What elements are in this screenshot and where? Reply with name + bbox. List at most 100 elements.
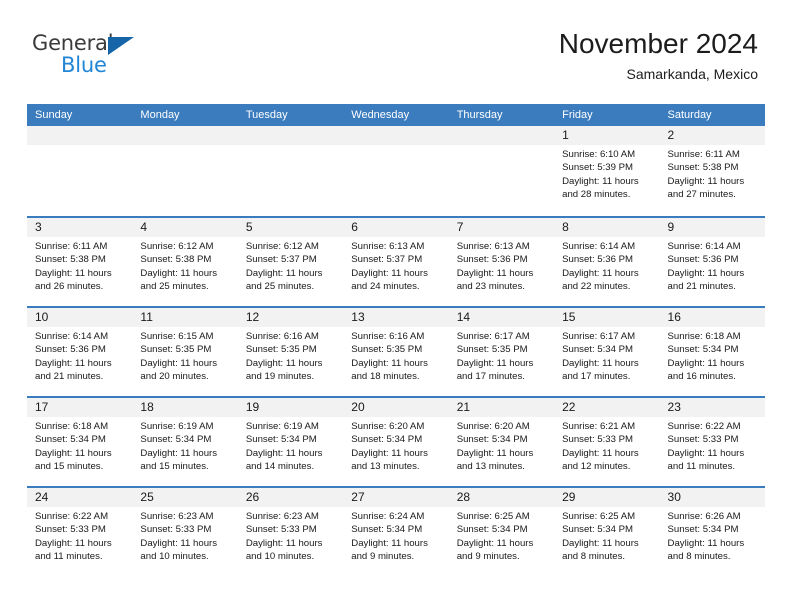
daylight-text-line1: Daylight: 11 hours — [562, 357, 639, 369]
day-number: 28 — [456, 490, 471, 504]
sunset-text: Sunset: 5:34 PM — [456, 524, 528, 536]
week-row: 3 Sunrise: 6:11 AM Sunset: 5:38 PM Dayli… — [27, 216, 765, 306]
sunrise-text: Sunrise: 6:24 AM — [351, 511, 425, 522]
day-cell[interactable]: 2 Sunrise: 6:11 AM Sunset: 5:38 PM Dayli… — [659, 126, 765, 216]
day-cell[interactable]: 11 Sunrise: 6:15 AM Sunset: 5:35 PM Dayl… — [132, 308, 238, 396]
day-cell[interactable] — [237, 126, 344, 216]
day-cell[interactable]: 26 Sunrise: 6:23 AM Sunset: 5:33 PM Dayl… — [237, 488, 344, 576]
weekday-header-friday: Friday — [562, 109, 593, 121]
day-info: Sunrise: 6:10 AM Sunset: 5:39 PM Dayligh… — [554, 145, 659, 201]
daylight-text-line1: Daylight: 11 hours — [456, 537, 534, 549]
day-number: 2 — [667, 128, 675, 142]
day-cell[interactable]: 12 Sunrise: 6:16 AM Sunset: 5:35 PM Dayl… — [237, 308, 344, 396]
sunset-text: Sunset: 5:39 PM — [562, 162, 634, 174]
sunrise-text: Sunrise: 6:14 AM — [562, 241, 636, 252]
sunset-text: Sunset: 5:38 PM — [35, 254, 106, 266]
daylight-text-line1: Daylight: 11 hours — [245, 267, 323, 279]
day-cell[interactable]: 30 Sunrise: 6:26 AM Sunset: 5:34 PM Dayl… — [659, 488, 765, 576]
sunrise-text: Sunrise: 6:23 AM — [140, 511, 214, 522]
day-cell[interactable]: 20 Sunrise: 6:20 AM Sunset: 5:34 PM Dayl… — [343, 398, 449, 486]
day-cell[interactable]: 1 Sunrise: 6:10 AM Sunset: 5:39 PM Dayli… — [554, 126, 660, 216]
sunset-text: Sunset: 5:34 PM — [35, 434, 106, 446]
day-cell[interactable]: 3 Sunrise: 6:11 AM Sunset: 5:38 PM Dayli… — [27, 218, 133, 306]
day-cell[interactable]: 8 Sunrise: 6:14 AM Sunset: 5:36 PM Dayli… — [554, 218, 660, 306]
sunrise-text: Sunrise: 6:11 AM — [35, 241, 108, 252]
day-info: Sunrise: 6:17 AM Sunset: 5:34 PM Dayligh… — [554, 327, 659, 383]
sunset-text: Sunset: 5:36 PM — [667, 254, 739, 266]
day-cell[interactable]: 10 Sunrise: 6:14 AM Sunset: 5:36 PM Dayl… — [27, 308, 133, 396]
daylight-text-line2: and 16 minutes. — [667, 370, 736, 382]
day-cell[interactable]: 15 Sunrise: 6:17 AM Sunset: 5:34 PM Dayl… — [554, 308, 660, 396]
day-info: Sunrise: 6:14 AM Sunset: 5:36 PM Dayligh… — [554, 237, 659, 293]
sunset-text: Sunset: 5:34 PM — [245, 434, 317, 446]
sunrise-text: Sunrise: 6:17 AM — [456, 331, 530, 342]
day-info: Sunrise: 6:19 AM Sunset: 5:34 PM Dayligh… — [238, 417, 343, 473]
daylight-text-line1: Daylight: 11 hours — [562, 537, 639, 549]
day-cell[interactable]: 18 Sunrise: 6:19 AM Sunset: 5:34 PM Dayl… — [132, 398, 238, 486]
day-info: Sunrise: 6:11 AM Sunset: 5:38 PM Dayligh… — [27, 237, 132, 293]
daylight-text-line2: and 26 minutes. — [35, 280, 104, 292]
day-info: Sunrise: 6:13 AM Sunset: 5:36 PM Dayligh… — [449, 237, 554, 293]
weekday-header-tuesday: Tuesday — [245, 109, 288, 121]
day-cell[interactable]: 13 Sunrise: 6:16 AM Sunset: 5:35 PM Dayl… — [343, 308, 449, 396]
day-cell[interactable]: 9 Sunrise: 6:14 AM Sunset: 5:36 PM Dayli… — [659, 218, 765, 306]
day-info: Sunrise: 6:16 AM Sunset: 5:35 PM Dayligh… — [343, 327, 448, 383]
day-info: Sunrise: 6:23 AM Sunset: 5:33 PM Dayligh… — [238, 507, 343, 563]
day-number: 1 — [562, 128, 569, 142]
day-number: 30 — [667, 490, 681, 504]
general-blue-logo[interactable]: General Blue — [32, 33, 162, 85]
day-cell[interactable]: 22 Sunrise: 6:21 AM Sunset: 5:33 PM Dayl… — [554, 398, 660, 486]
week-row: 17 Sunrise: 6:18 AM Sunset: 5:34 PM Dayl… — [27, 396, 765, 486]
day-cell[interactable]: 6 Sunrise: 6:13 AM Sunset: 5:37 PM Dayli… — [343, 218, 449, 306]
day-cell[interactable]: 4 Sunrise: 6:12 AM Sunset: 5:38 PM Dayli… — [132, 218, 238, 306]
day-cell[interactable]: 14 Sunrise: 6:17 AM Sunset: 5:35 PM Dayl… — [448, 308, 555, 396]
day-info: Sunrise: 6:25 AM Sunset: 5:34 PM Dayligh… — [554, 507, 659, 563]
day-info: Sunrise: 6:22 AM Sunset: 5:33 PM Dayligh… — [27, 507, 132, 563]
sunset-text: Sunset: 5:34 PM — [667, 524, 739, 536]
day-cell[interactable]: 17 Sunrise: 6:18 AM Sunset: 5:34 PM Dayl… — [27, 398, 133, 486]
daylight-text-line2: and 27 minutes. — [667, 188, 736, 200]
daylight-text-line2: and 21 minutes. — [667, 280, 736, 292]
daylight-text-line2: and 15 minutes. — [35, 460, 104, 472]
sunrise-text: Sunrise: 6:10 AM — [562, 149, 636, 160]
day-cell[interactable] — [343, 126, 449, 216]
sunrise-text: Sunrise: 6:17 AM — [562, 331, 636, 342]
day-cell[interactable]: 28 Sunrise: 6:25 AM Sunset: 5:34 PM Dayl… — [448, 488, 555, 576]
day-number: 19 — [245, 400, 260, 414]
day-number: 15 — [562, 310, 576, 324]
day-cell[interactable] — [448, 126, 555, 216]
day-cell[interactable]: 5 Sunrise: 6:12 AM Sunset: 5:37 PM Dayli… — [237, 218, 344, 306]
day-info: Sunrise: 6:23 AM Sunset: 5:33 PM Dayligh… — [132, 507, 237, 563]
daylight-text-line2: and 8 minutes. — [562, 550, 626, 562]
day-cell[interactable]: 27 Sunrise: 6:24 AM Sunset: 5:34 PM Dayl… — [343, 488, 449, 576]
calendar-grid: Sunday Monday Tuesday Wednesday Thursday… — [27, 104, 765, 576]
sunset-text: Sunset: 5:34 PM — [456, 434, 528, 446]
day-info: Sunrise: 6:21 AM Sunset: 5:33 PM Dayligh… — [554, 417, 659, 473]
day-cell[interactable]: 7 Sunrise: 6:13 AM Sunset: 5:36 PM Dayli… — [448, 218, 555, 306]
day-number: 13 — [351, 310, 365, 324]
calendar-page: General Blue November 2024 Samarkanda, M… — [0, 0, 792, 612]
day-info: Sunrise: 6:26 AM Sunset: 5:34 PM Dayligh… — [660, 507, 765, 563]
weekday-header-row: Sunday Monday Tuesday Wednesday Thursday… — [27, 104, 765, 126]
daylight-text-line1: Daylight: 11 hours — [456, 267, 534, 279]
daylight-text-line2: and 9 minutes. — [456, 550, 520, 562]
sunrise-text: Sunrise: 6:20 AM — [456, 421, 530, 432]
sunset-text: Sunset: 5:34 PM — [562, 524, 634, 536]
day-cell[interactable]: 29 Sunrise: 6:25 AM Sunset: 5:34 PM Dayl… — [554, 488, 660, 576]
day-cell[interactable] — [132, 126, 238, 216]
sunset-text: Sunset: 5:34 PM — [140, 434, 212, 446]
day-cell[interactable]: 16 Sunrise: 6:18 AM Sunset: 5:34 PM Dayl… — [659, 308, 765, 396]
sunrise-text: Sunrise: 6:16 AM — [351, 331, 425, 342]
daylight-text-line1: Daylight: 11 hours — [140, 357, 218, 369]
sunset-text: Sunset: 5:38 PM — [140, 254, 212, 266]
daylight-text-line2: and 21 minutes. — [35, 370, 104, 382]
day-cell[interactable]: 23 Sunrise: 6:22 AM Sunset: 5:33 PM Dayl… — [659, 398, 765, 486]
day-info: Sunrise: 6:14 AM Sunset: 5:36 PM Dayligh… — [660, 237, 765, 293]
day-cell[interactable]: 24 Sunrise: 6:22 AM Sunset: 5:33 PM Dayl… — [27, 488, 133, 576]
daylight-text-line1: Daylight: 11 hours — [667, 267, 745, 279]
logo-triangle-icon — [108, 37, 134, 55]
day-cell[interactable]: 21 Sunrise: 6:20 AM Sunset: 5:34 PM Dayl… — [448, 398, 555, 486]
day-cell[interactable]: 25 Sunrise: 6:23 AM Sunset: 5:33 PM Dayl… — [132, 488, 238, 576]
day-cell[interactable] — [27, 126, 133, 216]
day-cell[interactable]: 19 Sunrise: 6:19 AM Sunset: 5:34 PM Dayl… — [237, 398, 344, 486]
